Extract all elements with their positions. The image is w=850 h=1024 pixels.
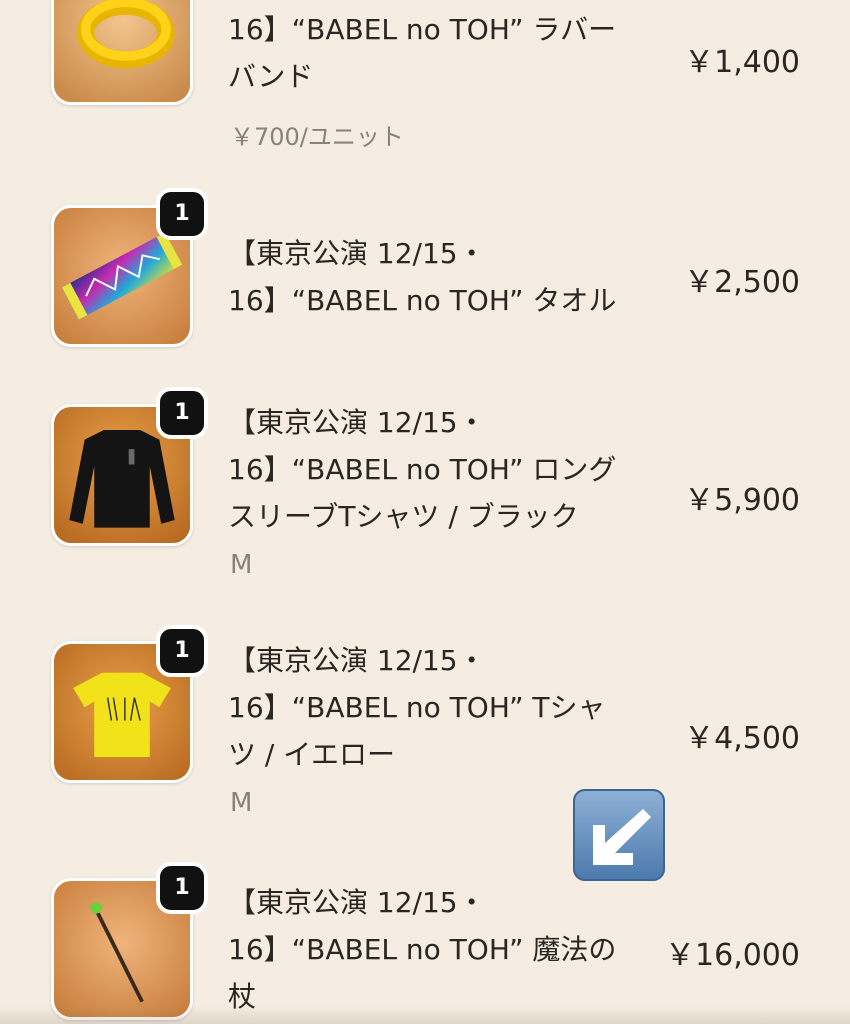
item-price: ￥5,900 (684, 483, 800, 518)
item-title-line: 16】“BABEL no TOH” タオル (228, 284, 617, 317)
item-title-line: バンド (228, 60, 314, 93)
item-variant: M (230, 788, 253, 818)
item-variant: M (230, 550, 253, 580)
quantity-badge: 1 (156, 387, 208, 439)
quantity-badge: 1 (156, 862, 208, 914)
item-title-line: 16】“BABEL no TOH” ロング (228, 453, 617, 486)
item-price: ￥16,000 (665, 938, 800, 973)
item-title-line: 16】“BABEL no TOH” Tシャ (228, 691, 606, 724)
item-title-line: 【東京公演 12/15・ (228, 886, 486, 919)
item-price: ￥1,400 (684, 45, 800, 80)
quantity-badge: 1 (156, 625, 208, 677)
quantity-badge: 1 (156, 188, 208, 240)
item-title-line: 16】“BABEL no TOH” 魔法の (228, 933, 617, 966)
bottom-fade (0, 1006, 850, 1024)
unit-price: ￥700/ユニット (230, 123, 404, 151)
item-price: ￥2,500 (684, 265, 800, 300)
down-left-arrow-icon (573, 789, 665, 881)
item-title-line: 16】“BABEL no TOH” ラバー (228, 13, 617, 46)
rubber-band-thumbnail[interactable] (51, 0, 193, 105)
item-title-line: スリーブTシャツ / ブラック (228, 500, 579, 533)
item-title-line: 【東京公演 12/15・ (228, 406, 486, 439)
item-price: ￥4,500 (684, 721, 800, 756)
item-title-line: 【東京公演 12/15・ (228, 644, 486, 677)
item-title-line: ツ / イエロー (228, 738, 395, 771)
item-title-line: 【東京公演 12/15・ (228, 237, 486, 270)
